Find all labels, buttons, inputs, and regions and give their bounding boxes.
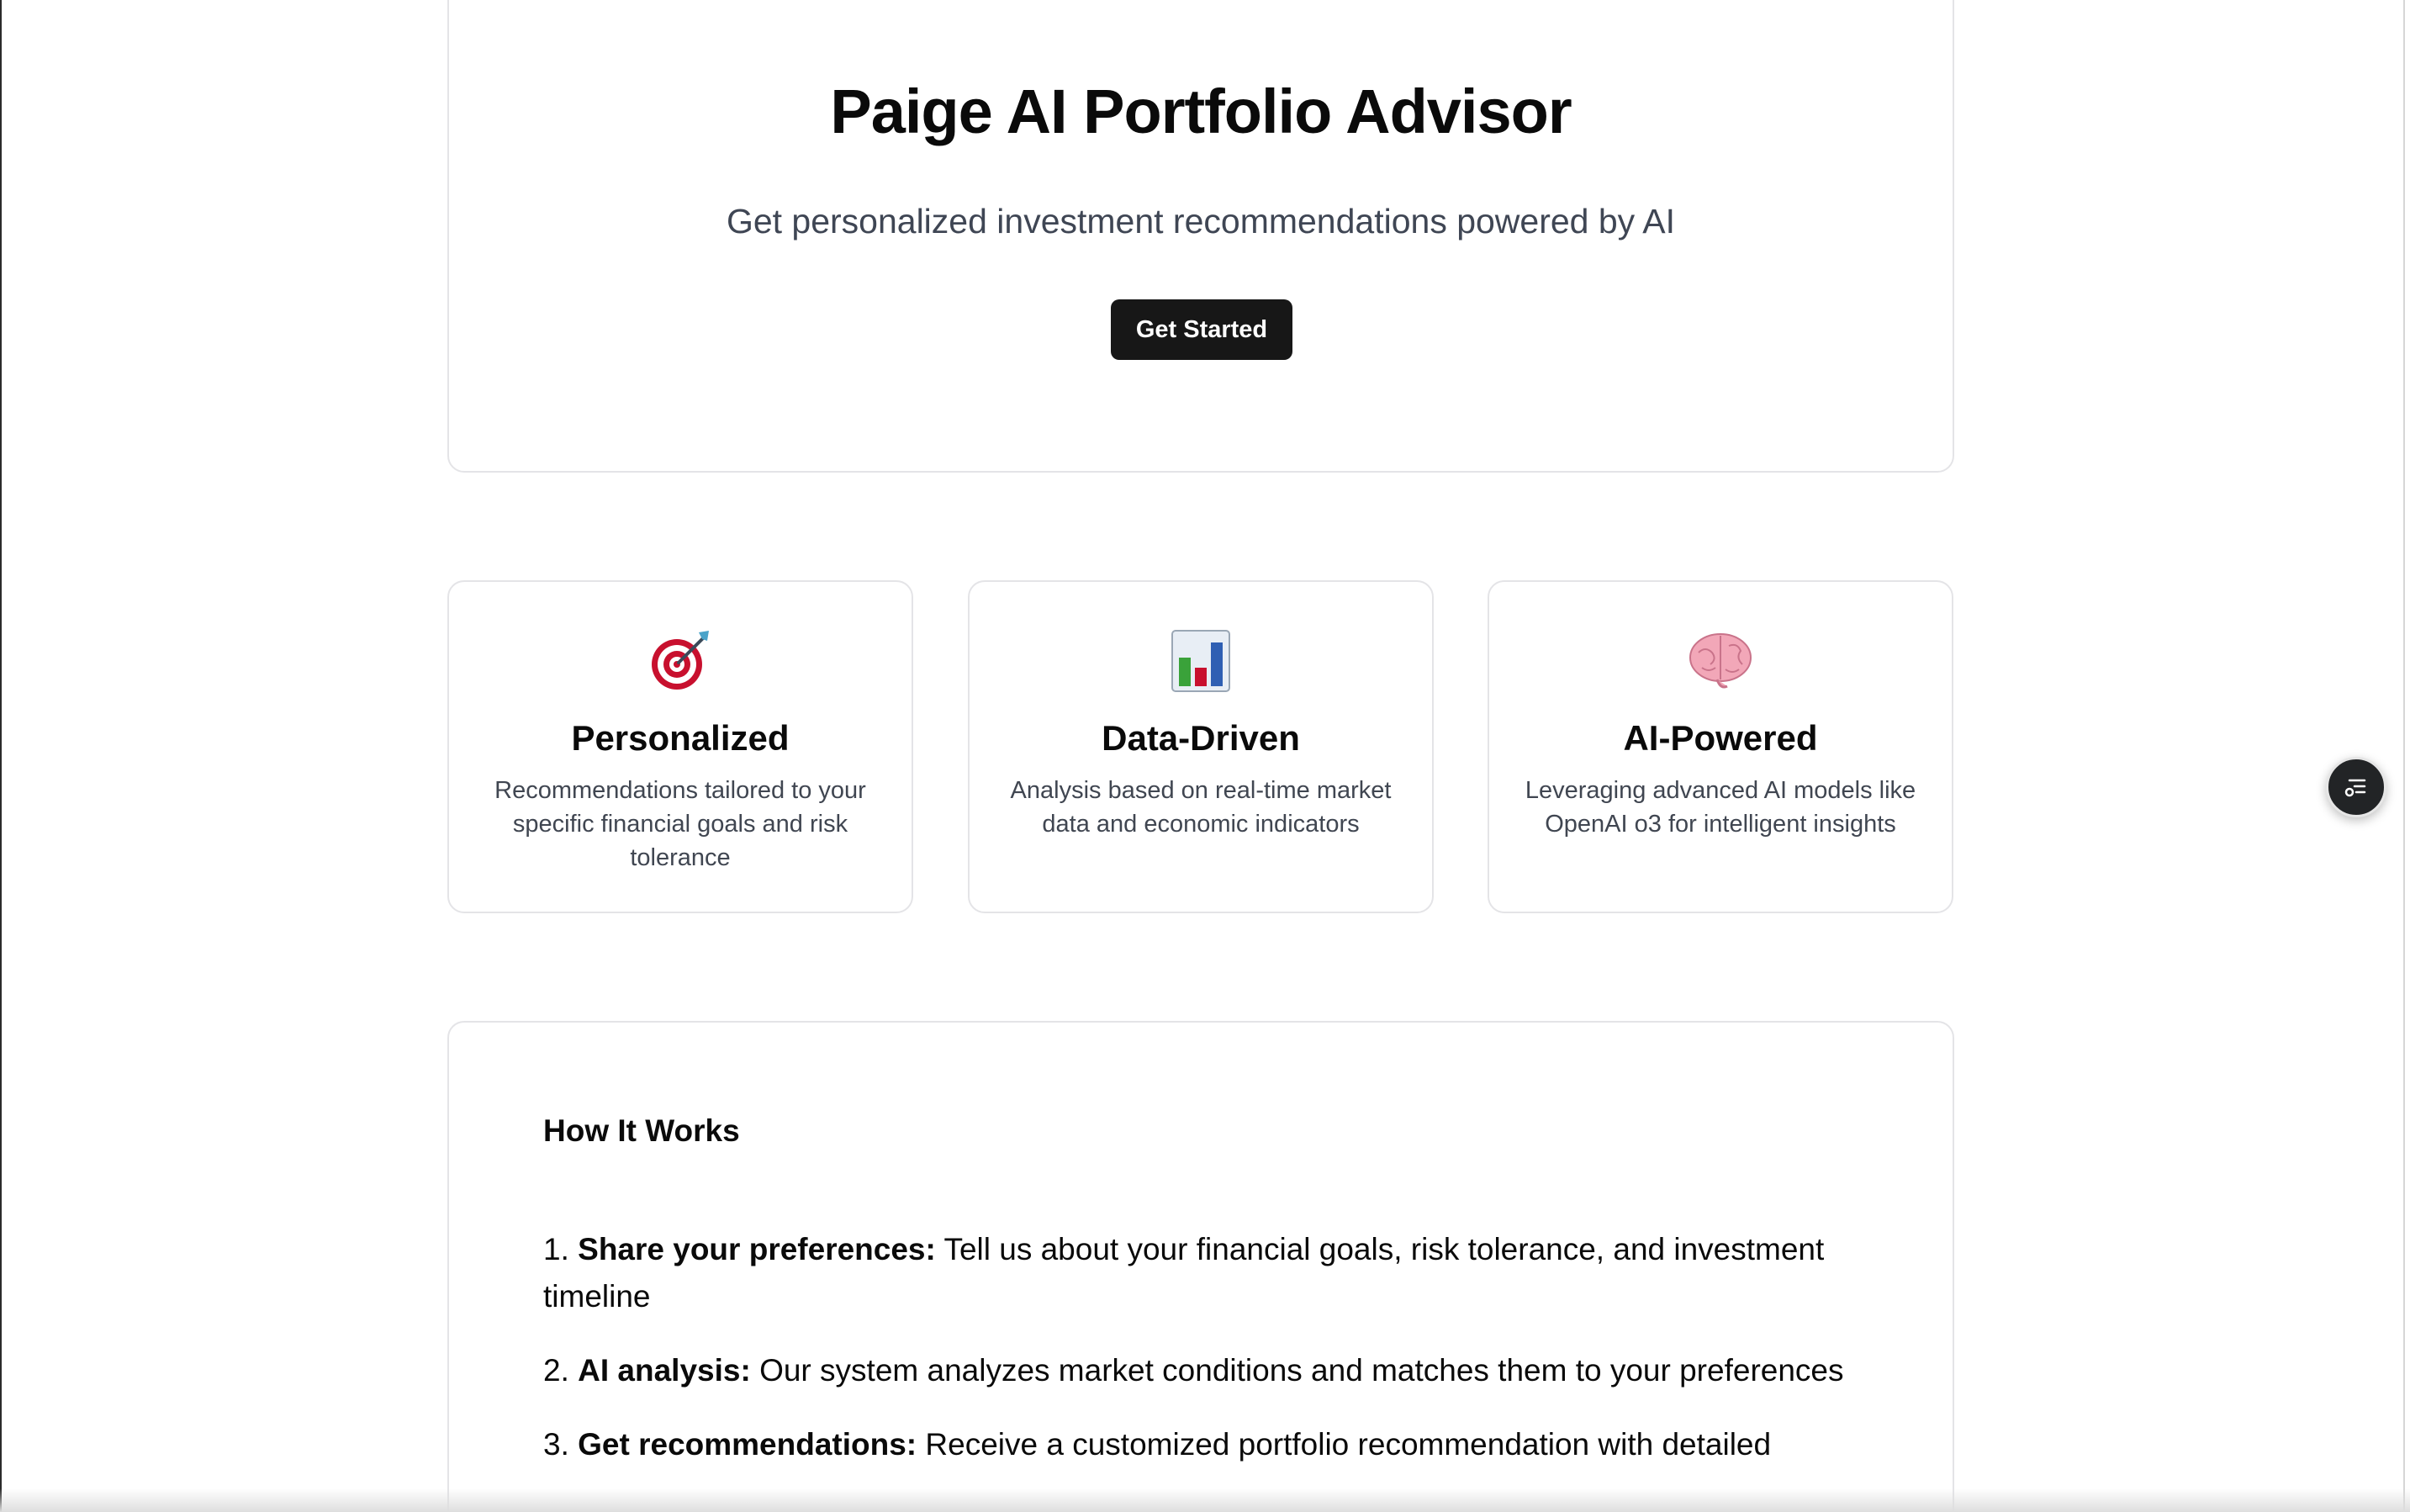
feature-title: Personalized bbox=[571, 718, 790, 758]
step-heading: AI analysis: bbox=[578, 1353, 751, 1388]
step-text: Receive a customized portfolio recommend… bbox=[925, 1427, 1772, 1462]
list-item: 1. Share your preferences: Tell us about… bbox=[543, 1226, 1872, 1320]
page: Paige AI Portfolio Advisor Get personali… bbox=[0, 0, 2410, 1512]
list-item: 3. Get recommendations: Receive a custom… bbox=[543, 1421, 1872, 1468]
feature-description: Leveraging advanced AI models like OpenA… bbox=[1525, 777, 1916, 838]
feature-description: Recommendations tailored to your specifi… bbox=[494, 777, 866, 871]
target-icon bbox=[449, 627, 912, 695]
get-started-button[interactable]: Get Started bbox=[1111, 299, 1292, 360]
window-bottom-edge bbox=[0, 1488, 2410, 1512]
list-settings-icon bbox=[2344, 779, 2366, 797]
feature-card-ai-powered: AI-Powered Leveraging advanced AI models… bbox=[1488, 580, 1953, 913]
step-heading: Get recommendations: bbox=[578, 1427, 917, 1462]
feature-description: Analysis based on real-time market data … bbox=[1010, 777, 1392, 838]
step-number: 2. bbox=[543, 1353, 569, 1388]
scrollbar-track[interactable] bbox=[2403, 0, 2405, 1512]
how-it-works-title: How It Works bbox=[543, 1113, 740, 1148]
page-title: Paige AI Portfolio Advisor bbox=[830, 77, 1572, 146]
feature-card-personalized: Personalized Recommendations tailored to… bbox=[447, 580, 913, 913]
list-item: 2. AI analysis: Our system analyzes mark… bbox=[543, 1347, 1872, 1394]
floating-menu-button[interactable] bbox=[2326, 757, 2386, 817]
step-heading: Share your preferences: bbox=[578, 1232, 936, 1266]
brain-icon bbox=[1489, 627, 1952, 695]
hero-card: Paige AI Portfolio Advisor Get personali… bbox=[447, 0, 1954, 473]
feature-title: Data-Driven bbox=[1102, 718, 1300, 758]
feature-card-data-driven: Data-Driven Analysis based on real-time … bbox=[968, 580, 1434, 913]
steps-list: 1. Share your preferences: Tell us about… bbox=[543, 1226, 1872, 1495]
step-number: 1. bbox=[543, 1232, 569, 1266]
hero-subtitle: Get personalized investment recommendati… bbox=[726, 202, 1676, 241]
how-it-works-card: How It Works 1. Share your preferences: … bbox=[447, 1021, 1954, 1512]
step-number: 3. bbox=[543, 1427, 569, 1462]
feature-title: AI-Powered bbox=[1623, 718, 1818, 758]
window-left-edge bbox=[0, 0, 2, 1512]
bar-chart-icon bbox=[970, 627, 1432, 695]
step-text: Our system analyzes market conditions an… bbox=[759, 1353, 1844, 1388]
